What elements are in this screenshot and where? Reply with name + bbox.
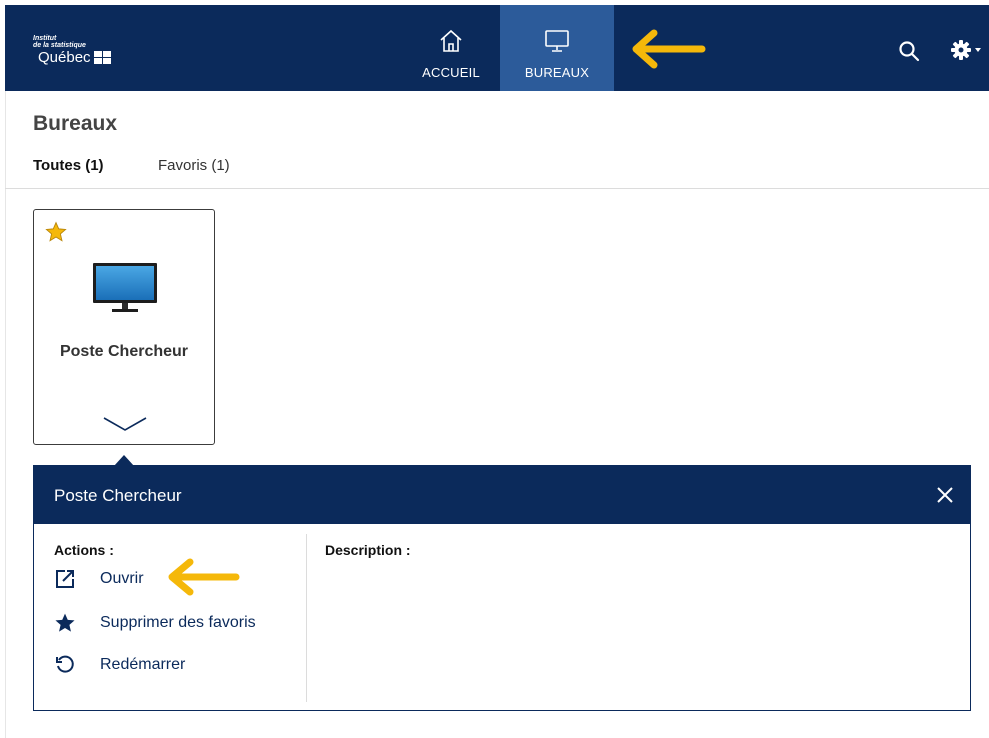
gear-icon[interactable] bbox=[950, 38, 984, 62]
remove-favorite-label: Supprimer des favoris bbox=[100, 614, 256, 631]
panel-title: Poste Chercheur bbox=[54, 486, 182, 505]
nav-label-accueil: ACCUEIL bbox=[422, 65, 480, 80]
desktop-card-poste-chercheur[interactable]: Poste Chercheur bbox=[33, 209, 215, 445]
annotation-arrow-icon bbox=[632, 29, 706, 69]
star-icon bbox=[55, 613, 75, 632]
nav-label-bureaux: BUREAUX bbox=[524, 65, 590, 80]
restart-icon bbox=[56, 655, 74, 673]
restart-action[interactable]: Redémarrer bbox=[54, 654, 185, 676]
top-navigation-bar: Institut de la statistique Québec ACCUEI… bbox=[5, 5, 989, 91]
favorite-star-icon[interactable] bbox=[45, 221, 67, 243]
logo-name: Québec bbox=[38, 49, 91, 66]
description-column: Description : bbox=[325, 542, 411, 558]
search-icon[interactable] bbox=[898, 40, 920, 62]
monitor-icon bbox=[545, 30, 569, 52]
isq-logo[interactable]: Institut de la statistique Québec bbox=[33, 35, 111, 65]
annotation-arrow-icon bbox=[168, 558, 240, 596]
external-link-icon bbox=[56, 570, 74, 588]
desktop-monitor-icon bbox=[93, 263, 157, 312]
nav-tab-bureaux[interactable]: BUREAUX bbox=[500, 5, 614, 91]
tab-toutes[interactable]: Toutes (1) bbox=[33, 157, 104, 174]
logo-line-1: Institut bbox=[33, 35, 57, 42]
nav-tab-accueil[interactable]: ACCUEIL bbox=[394, 5, 508, 91]
open-action[interactable]: Ouvrir bbox=[54, 568, 144, 590]
description-label: Description : bbox=[325, 542, 411, 558]
panel-header: Poste Chercheur bbox=[34, 466, 970, 524]
chevron-down-icon[interactable] bbox=[102, 413, 148, 435]
restart-action-label: Redémarrer bbox=[100, 656, 186, 673]
quebec-flag-icon bbox=[93, 51, 111, 64]
close-icon[interactable] bbox=[935, 485, 955, 505]
open-action-label: Ouvrir bbox=[100, 570, 144, 587]
tab-favoris[interactable]: Favoris (1) bbox=[158, 157, 230, 174]
remove-favorite-action[interactable]: Supprimer des favoris bbox=[54, 612, 256, 634]
logo-line-2: de la statistique bbox=[33, 42, 86, 49]
home-icon bbox=[440, 29, 462, 52]
tabs-divider bbox=[5, 188, 989, 189]
desktop-card-title: Poste Chercheur bbox=[59, 343, 189, 360]
page-title: Bureaux bbox=[33, 112, 118, 135]
column-separator bbox=[306, 534, 307, 702]
